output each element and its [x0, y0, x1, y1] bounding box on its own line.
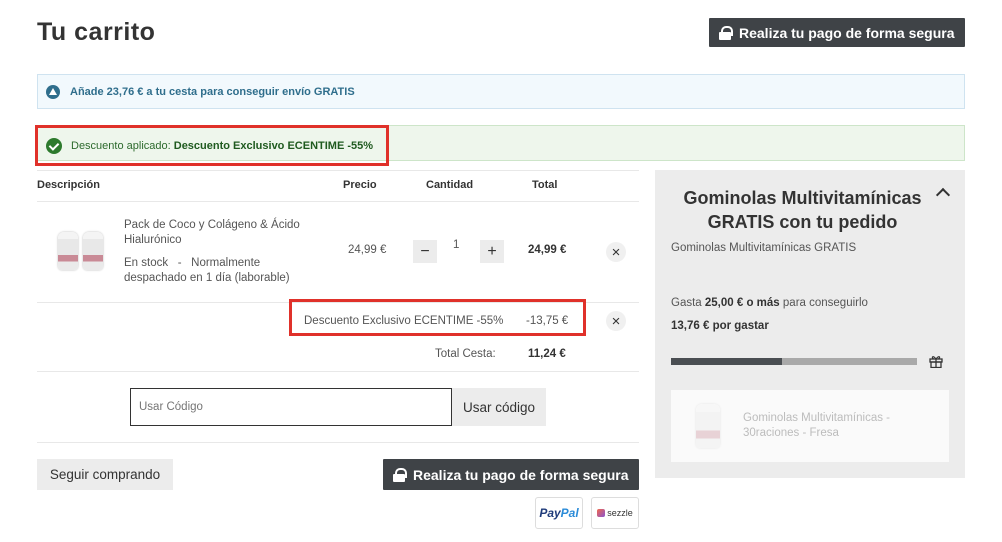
free-gift-progress-bar — [671, 358, 917, 365]
divider — [37, 442, 639, 443]
discount-applied-prefix: Descuento aplicado: — [71, 139, 171, 152]
paypal-logo-part1: Pay — [539, 506, 561, 520]
column-header-total: Total — [532, 179, 558, 191]
discount-applied-name: Descuento Exclusivo ECENTIME -55% — [173, 139, 374, 152]
column-header-price: Precio — [343, 179, 377, 191]
close-icon: × — [611, 243, 621, 261]
stock-label: En stock — [124, 257, 169, 269]
free-gift-threshold: Gasta 25,00 € o más para conseguirlo — [671, 297, 868, 309]
page-title: Tu carrito — [37, 18, 156, 46]
discount-line: Descuento Exclusivo ECENTIME -55% -13,75… — [289, 299, 586, 336]
line-total: 24,99 € — [528, 244, 567, 256]
discount-applied-message: Descuento aplicado: Descuento Exclusivo … — [35, 125, 389, 166]
free-gift-remaining: 13,76 € por gastar — [671, 320, 769, 332]
remove-item-button[interactable]: × — [606, 242, 626, 262]
discount-applied-text: Descuento aplicado: Descuento Exclusivo … — [71, 140, 373, 152]
free-shipping-banner: Añade 23,76 € a tu cesta para conseguir … — [37, 74, 965, 109]
divider — [37, 170, 639, 171]
free-gift-product-image — [688, 400, 728, 452]
minus-icon: − — [420, 242, 430, 260]
info-icon — [46, 84, 60, 99]
lock-icon — [393, 467, 407, 482]
secure-checkout-label: Realiza tu pago de forma segura — [739, 24, 955, 41]
sezzle-logo-icon — [597, 509, 606, 517]
quantity-value[interactable]: 1 — [453, 239, 459, 251]
quantity-decrease-button[interactable]: − — [413, 240, 437, 263]
coupon-code-input[interactable] — [130, 388, 452, 426]
secure-checkout-label: Realiza tu pago de forma segura — [413, 466, 629, 483]
threshold-amount: 25,00 € o más — [704, 297, 780, 309]
lock-icon — [719, 25, 733, 40]
product-image[interactable] — [56, 228, 106, 274]
secure-checkout-button-top[interactable]: Realiza tu pago de forma segura — [709, 18, 965, 47]
product-stock-status: En stock - Normalmente despachado en 1 d… — [124, 256, 314, 286]
close-icon: × — [611, 312, 621, 330]
secure-checkout-button-bottom[interactable]: Realiza tu pago de forma segura — [383, 459, 639, 490]
threshold-prefix: Gasta — [671, 297, 702, 309]
free-shipping-text: Añade 23,76 € a tu cesta para conseguir … — [70, 85, 355, 98]
product-name-link[interactable]: Pack de Coco y Colágeno & Ácido Hialurón… — [124, 218, 314, 248]
product-jar-left — [58, 232, 78, 270]
divider — [37, 371, 639, 372]
product-jar-right — [83, 232, 103, 270]
free-gift-title[interactable]: Gominolas Multivitamínicas GRATIS con tu… — [670, 186, 935, 234]
progress-fill — [671, 358, 782, 365]
gift-jar — [696, 404, 720, 448]
cart-total-label: Total Cesta: — [435, 348, 496, 360]
cart-total-value: 11,24 € — [528, 348, 566, 360]
remove-discount-button[interactable]: × — [606, 311, 626, 331]
column-header-description: Descripción — [37, 179, 100, 191]
gift-icon — [929, 356, 943, 368]
plus-icon: + — [487, 242, 497, 260]
quantity-increase-button[interactable]: + — [480, 240, 504, 263]
stock-separator: - — [177, 257, 182, 269]
divider — [37, 201, 639, 202]
check-circle-icon — [46, 137, 62, 154]
threshold-suffix: para conseguirlo — [782, 297, 868, 309]
paypal-badge[interactable]: Pay Pal — [535, 497, 583, 529]
discount-line-label: Descuento Exclusivo ECENTIME -55% — [304, 315, 504, 327]
apply-coupon-button[interactable]: Usar código — [452, 388, 546, 426]
column-header-quantity: Cantidad — [426, 179, 474, 191]
unit-price: 24,99 € — [348, 244, 387, 256]
free-gift-product-name: Gominolas Multivitamínicas - 30raciones … — [743, 412, 890, 439]
sezzle-badge[interactable]: sezzle — [591, 497, 639, 529]
discount-line-amount: -13,75 € — [526, 315, 569, 327]
sezzle-logo-text: sezzle — [607, 508, 633, 518]
continue-shopping-button[interactable]: Seguir comprando — [37, 459, 173, 490]
paypal-logo-part2: Pal — [560, 506, 579, 520]
free-gift-subtitle: Gominolas Multivitamínicas GRATIS — [671, 242, 857, 254]
